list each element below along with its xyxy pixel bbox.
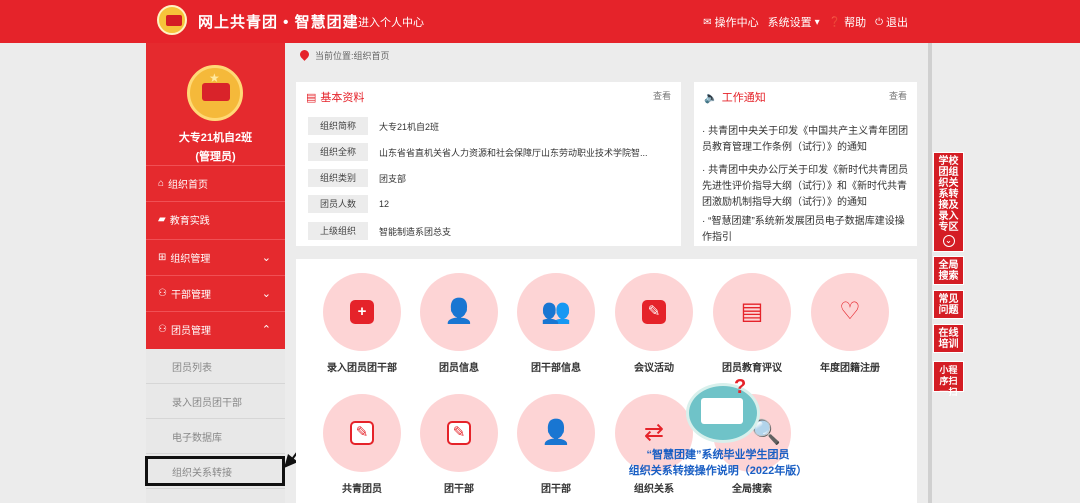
system-settings-dropdown[interactable]: 系统设置 ▾ — [768, 14, 820, 30]
panel-title: 🔈 工作通知 — [704, 91, 766, 105]
breadcrumb: 当前位置:组织首页 — [300, 49, 390, 62]
sidebar-item-home[interactable]: ⌂ 组织首页 — [146, 165, 285, 201]
document-icon: ▤ — [740, 298, 764, 325]
info-row: 组织类别 团支部 — [308, 169, 406, 187]
highlight-box — [145, 456, 285, 486]
org-name: 大专21机自2班 (管理员) — [178, 132, 253, 163]
help-icon: ❓ — [828, 16, 842, 28]
person-icon: 👤 — [541, 419, 571, 446]
func-annual-registration[interactable]: ♡ 年度团籍注册 — [811, 273, 889, 376]
mini-program-button[interactable]: 小程序扫一扫 — [933, 361, 964, 397]
notice-item[interactable]: · 共青团中央关于印发《中国共产主义青年团团员教育管理工作条例（试行）》的通知 — [702, 124, 912, 156]
info-row: 上级组织 智能制造系团总支 — [308, 222, 451, 240]
func-enter-member[interactable]: + 录入团员团干部 — [323, 273, 401, 376]
info-row: 组织全称 山东省省直机关省人力资源和社会保障厅山东劳动职业技术学院智... — [308, 143, 648, 161]
heart-icon: ♡ — [839, 298, 861, 325]
func-relation-transfer[interactable]: ⇄ 组织关系 — [615, 394, 693, 497]
chevron-up-icon: ⌃ — [261, 324, 271, 336]
league-logo-icon — [157, 5, 187, 35]
logout-link[interactable]: ⏻ 退出 — [875, 14, 908, 30]
speaker-icon: 🔈 — [704, 91, 718, 104]
sidebar-item-org-mgmt[interactable]: ⊞ 组织管理 ⌄ — [146, 239, 285, 275]
notice-item[interactable]: · “智慧团建”系统新发展团员电子数据库建设操作指引 — [702, 214, 912, 246]
users-icon: ⚇ — [158, 324, 167, 335]
users-icon: ⚇ — [158, 288, 167, 299]
submenu-member-list[interactable]: 团员列表 — [146, 349, 285, 384]
folder-icon: ▰ — [158, 214, 166, 225]
func-member-info[interactable]: 👤 团员信息 — [420, 273, 498, 376]
league-emblem-icon: ★ — [187, 65, 243, 121]
basic-info-panel: ▤ 基本资料 查看 组织简称 大专21机自2班 组织全称 山东省省直机关省人力资源… — [296, 82, 681, 246]
guide-illustration-icon[interactable]: ? — [686, 376, 760, 443]
view-more-link[interactable]: 查看 — [889, 89, 907, 102]
training-button[interactable]: 在线培训 — [933, 324, 964, 353]
notice-item[interactable]: · 共青团中央办公厅关于印发《新时代共青团员先进性评价指导大纲（试行）》和《新时… — [702, 163, 912, 211]
transfer-guide-link[interactable]: “智慧团建”系统毕业学生团员 组织关系转接操作说明（2022年版） — [612, 447, 824, 479]
site-title: 网上共青团 • 智慧团建 — [198, 14, 359, 31]
chevron-down-icon: ▾ — [814, 16, 820, 28]
power-icon: ⏻ — [875, 16, 883, 28]
func-member-approval[interactable]: ✎ 共青团员 — [323, 394, 401, 497]
func-cadre-change[interactable]: 👤 团干部 — [517, 394, 595, 497]
info-row: 团员人数 12 — [308, 195, 389, 213]
faq-button[interactable]: 常见问题 — [933, 290, 964, 319]
edit-icon: ✎ — [350, 421, 374, 445]
location-pin-icon — [300, 50, 309, 62]
view-more-link[interactable]: 查看 — [653, 89, 671, 102]
func-cadre-approval[interactable]: ✎ 团干部 — [420, 394, 498, 497]
edit-icon: ✎ — [642, 300, 666, 324]
personal-center-link[interactable]: 进入个人中心 — [358, 14, 424, 30]
chevron-down-icon: ⌄ — [261, 288, 271, 300]
sidebar-item-member-mgmt[interactable]: ⚇ 团员管理 ⌃ — [146, 311, 285, 347]
transfer-icon: ⇄ — [643, 419, 665, 446]
func-education-review[interactable]: ▤ 团员教育评议 — [713, 273, 791, 376]
scrollbar[interactable] — [928, 43, 932, 503]
func-cadre-info[interactable]: 👥 团干部信息 — [517, 273, 595, 376]
top-header: 网上共青团 • 智慧团建 进入个人中心 ✉ 操作中心 系统设置 ▾ ❓ 帮助 ⏻ 退出 — [0, 0, 1080, 43]
plus-icon: + — [350, 300, 374, 324]
help-link[interactable]: ❓ 帮助 — [829, 14, 866, 30]
edit-icon: ✎ — [447, 421, 471, 445]
sitemap-icon: ⊞ — [158, 252, 167, 263]
sidebar-item-education[interactable]: ▰ 教育实践 — [146, 201, 285, 237]
group-icon: 👥 — [541, 298, 571, 325]
ops-center-link[interactable]: ✉ 操作中心 — [703, 14, 758, 30]
sidebar: ★ 大专21机自2班 (管理员) ⌂ 组织首页 ▰ 教育实践 ⊞ 组织管理 ⌄ ⚇ 干部… — [146, 43, 285, 503]
home-icon: ⌂ — [158, 178, 165, 189]
transfer-zone-button[interactable]: 学校团组织关系转接及录入专区 ⌄ — [933, 152, 964, 252]
panel-title: ▤ 基本资料 — [306, 91, 365, 105]
info-row: 组织简称 大专21机自2班 — [308, 117, 439, 135]
mail-icon: ✉ — [703, 16, 712, 28]
global-search-button[interactable]: 全局搜索 — [933, 256, 964, 285]
top-nav: ✉ 操作中心 系统设置 ▾ ❓ 帮助 ⏻ 退出 — [703, 14, 908, 30]
id-card-icon: ▤ — [306, 91, 317, 104]
work-notice-panel: 🔈 工作通知 查看 · 共青团中央关于印发《中国共产主义青年团团员教育管理工作条例… — [694, 82, 917, 246]
func-meetings[interactable]: ✎ 会议活动 — [615, 273, 693, 376]
sidebar-item-cadre-mgmt[interactable]: ⚇ 干部管理 ⌄ — [146, 275, 285, 311]
submenu-archive[interactable]: 电子数据库 — [146, 419, 285, 454]
submenu-enter-cadre[interactable]: 录入团员团干部 — [146, 384, 285, 419]
chevron-down-icon: ⌄ — [261, 252, 271, 264]
chevron-down-icon: ⌄ — [942, 235, 955, 247]
person-icon: 👤 — [444, 298, 474, 325]
